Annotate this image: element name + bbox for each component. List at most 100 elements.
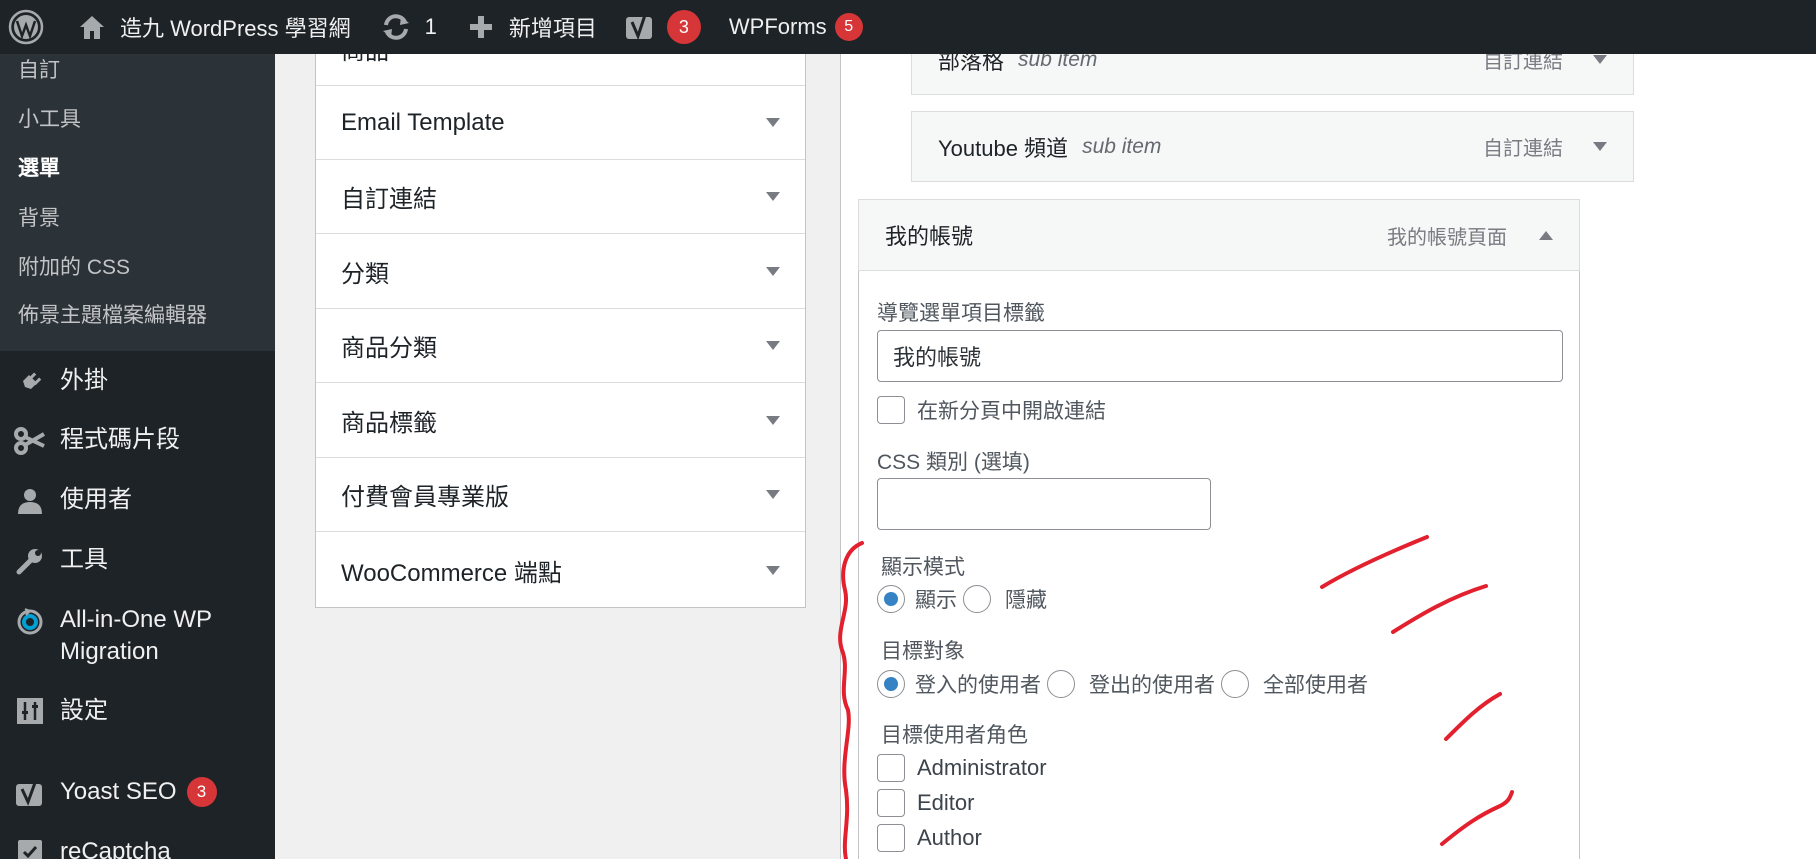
- chevron-down-icon[interactable]: [766, 490, 780, 499]
- role-editor-checkbox[interactable]: [877, 789, 905, 817]
- role-administrator-checkbox[interactable]: [877, 754, 905, 782]
- target-roles-label: 目標使用者角色: [881, 724, 1028, 747]
- updates-count: 1: [424, 14, 437, 39]
- sidebar-item-label: All-in-One WP Migration: [60, 606, 212, 665]
- admin-bar: 造九 WordPress 學習網 1 新增項目 3 WPForms 5: [0, 0, 1816, 54]
- display-mode-show-radio[interactable]: [877, 585, 905, 613]
- accordion-section-paid-member-pro[interactable]: 付費會員專業版: [316, 458, 805, 532]
- site-name: 造九 WordPress 學習網: [120, 16, 351, 41]
- display-mode-options: 顯示 隱藏: [877, 584, 1053, 614]
- target-all-users-radio[interactable]: [1221, 670, 1249, 698]
- submenu-item-background[interactable]: 背景: [18, 202, 60, 232]
- accordion-section-label: 付費會員專業版: [341, 484, 509, 511]
- accordion-section-categories[interactable]: 分類: [316, 235, 805, 309]
- wordpress-logo-icon: [8, 9, 44, 45]
- accordion-section-label: Email Template: [341, 108, 505, 136]
- chevron-down-icon[interactable]: [766, 192, 780, 201]
- radio-label: 全部使用者: [1263, 674, 1368, 697]
- sidebar-item-plugins[interactable]: 外掛: [0, 365, 275, 397]
- display-mode-hide-radio[interactable]: [963, 585, 991, 613]
- chevron-down-icon[interactable]: [766, 416, 780, 425]
- accordion-section-label: 自訂連結: [341, 186, 437, 213]
- sidebar-item-users[interactable]: 使用者: [0, 484, 275, 516]
- yoast-icon: [0, 776, 60, 810]
- open-new-tab-checkbox[interactable]: [877, 396, 905, 424]
- menu-item-type: 自訂連結: [1483, 138, 1563, 160]
- radio-label: 隱藏: [1005, 589, 1047, 612]
- submenu-item-theme-editor[interactable]: 佈景主題檔案編輯器: [18, 299, 207, 329]
- display-mode-label: 顯示模式: [881, 556, 965, 579]
- submenu-item-customize[interactable]: 自訂: [18, 54, 60, 84]
- new-content-label: 新增項目: [508, 16, 597, 41]
- plugin-icon: [0, 365, 60, 397]
- role-label: Author: [917, 825, 982, 850]
- sidebar-item-recaptcha[interactable]: reCaptcha: [0, 836, 275, 859]
- site-name-link[interactable]: 造九 WordPress 學習網: [56, 0, 363, 54]
- new-content-link[interactable]: 新增項目: [449, 0, 609, 54]
- submenu-item-menus[interactable]: 選單: [18, 152, 60, 182]
- migration-icon: [0, 604, 60, 636]
- chevron-down-icon[interactable]: [1593, 55, 1607, 64]
- sidebar-item-label: Yoast SEO: [60, 778, 177, 805]
- sidebar-item-all-in-one-wp-migration[interactable]: All-in-One WP Migration: [0, 604, 275, 668]
- accordion-section-label: 分類: [341, 261, 389, 288]
- menu-item-title: 我的帳號: [885, 224, 974, 249]
- sidebar-item-settings[interactable]: 設定: [0, 695, 275, 727]
- user-icon: [0, 484, 60, 516]
- target-audience-options: 登入的使用者 登出的使用者 全部使用者: [877, 669, 1374, 699]
- nav-label-label: 導覽選單項目標籤: [877, 302, 1045, 325]
- home-icon: [78, 13, 106, 41]
- wp-logo-button[interactable]: [0, 0, 56, 54]
- accordion-section-label: 商品標籤: [341, 410, 437, 437]
- nav-label-input[interactable]: [877, 330, 1563, 382]
- menu-item-title: Youtube 頻道: [938, 135, 1069, 161]
- accordion-section-woocommerce-endpoints[interactable]: WooCommerce 端點: [316, 533, 805, 607]
- sidebar-item-label: reCaptcha: [60, 838, 171, 859]
- chevron-down-icon[interactable]: [766, 118, 780, 127]
- updates-link[interactable]: 1: [363, 0, 449, 54]
- role-editor-option[interactable]: Editor: [877, 789, 974, 817]
- wrench-icon: [0, 544, 60, 576]
- radio-label: 登出的使用者: [1089, 674, 1215, 697]
- sidebar-item-label: 程式碼片段: [60, 426, 180, 453]
- role-author-checkbox[interactable]: [877, 824, 905, 852]
- accordion-section-email-template[interactable]: Email Template: [316, 86, 805, 160]
- chevron-down-icon[interactable]: [766, 341, 780, 350]
- plus-icon: [469, 15, 493, 39]
- add-menu-items-panel: 商品 Email Template 自訂連結 分類 商品分類 商品標籤 付費會員…: [315, 0, 806, 608]
- menu-item-youtube[interactable]: Youtube 頻道 sub item 自訂連結: [911, 111, 1634, 182]
- accordion-section-product-categories[interactable]: 商品分類: [316, 309, 805, 383]
- wpforms-notification-badge: 5: [834, 13, 863, 41]
- sidebar-item-yoast-seo[interactable]: Yoast SEO 3: [0, 776, 275, 810]
- sidebar-item-label: 設定: [60, 697, 108, 724]
- yoast-notification-badge: 3: [666, 10, 701, 44]
- checkbox-icon: [0, 836, 60, 859]
- chevron-up-icon[interactable]: [1539, 230, 1553, 240]
- chevron-down-icon[interactable]: [1593, 142, 1607, 151]
- appearance-submenu: 自訂 小工具 選單 背景 附加的 CSS 佈景主題檔案編輯器: [0, 40, 275, 351]
- wpforms-menu-link[interactable]: WPForms 5: [713, 0, 875, 54]
- open-new-tab-option[interactable]: 在新分頁中開啟連結: [877, 395, 1112, 425]
- yoast-menu-link[interactable]: 3: [609, 0, 713, 54]
- submenu-item-additional-css[interactable]: 附加的 CSS: [18, 251, 130, 281]
- target-logged-in-radio[interactable]: [877, 670, 905, 698]
- target-logged-out-radio[interactable]: [1047, 670, 1075, 698]
- sidebar-item-code-snippets[interactable]: 程式碼片段: [0, 424, 275, 456]
- settings-sliders-icon: [0, 695, 60, 725]
- chevron-down-icon[interactable]: [766, 565, 780, 575]
- chevron-down-icon[interactable]: [766, 267, 780, 276]
- scissors-icon: [0, 424, 60, 456]
- accordion-section-product-tags[interactable]: 商品標籤: [316, 384, 805, 458]
- menu-item-type: 我的帳號頁面: [1387, 226, 1507, 249]
- role-administrator-option[interactable]: Administrator: [877, 754, 1047, 782]
- css-classes-input[interactable]: [877, 478, 1211, 530]
- menu-item-settings-panel: 導覽選單項目標籤 在新分頁中開啟連結 CSS 類別 (選填) 顯示模式 顯示 隱…: [858, 271, 1580, 859]
- sidebar-item-tools[interactable]: 工具: [0, 544, 275, 576]
- wpforms-label: WPForms: [728, 14, 827, 39]
- open-new-tab-label: 在新分頁中開啟連結: [917, 400, 1106, 423]
- accordion-section-custom-links[interactable]: 自訂連結: [316, 160, 805, 234]
- menu-item-my-account[interactable]: 我的帳號 我的帳號頁面: [858, 199, 1580, 271]
- submenu-item-widgets[interactable]: 小工具: [18, 103, 81, 133]
- role-author-option[interactable]: Author: [877, 824, 982, 852]
- accordion-section-label: 商品分類: [341, 335, 437, 362]
